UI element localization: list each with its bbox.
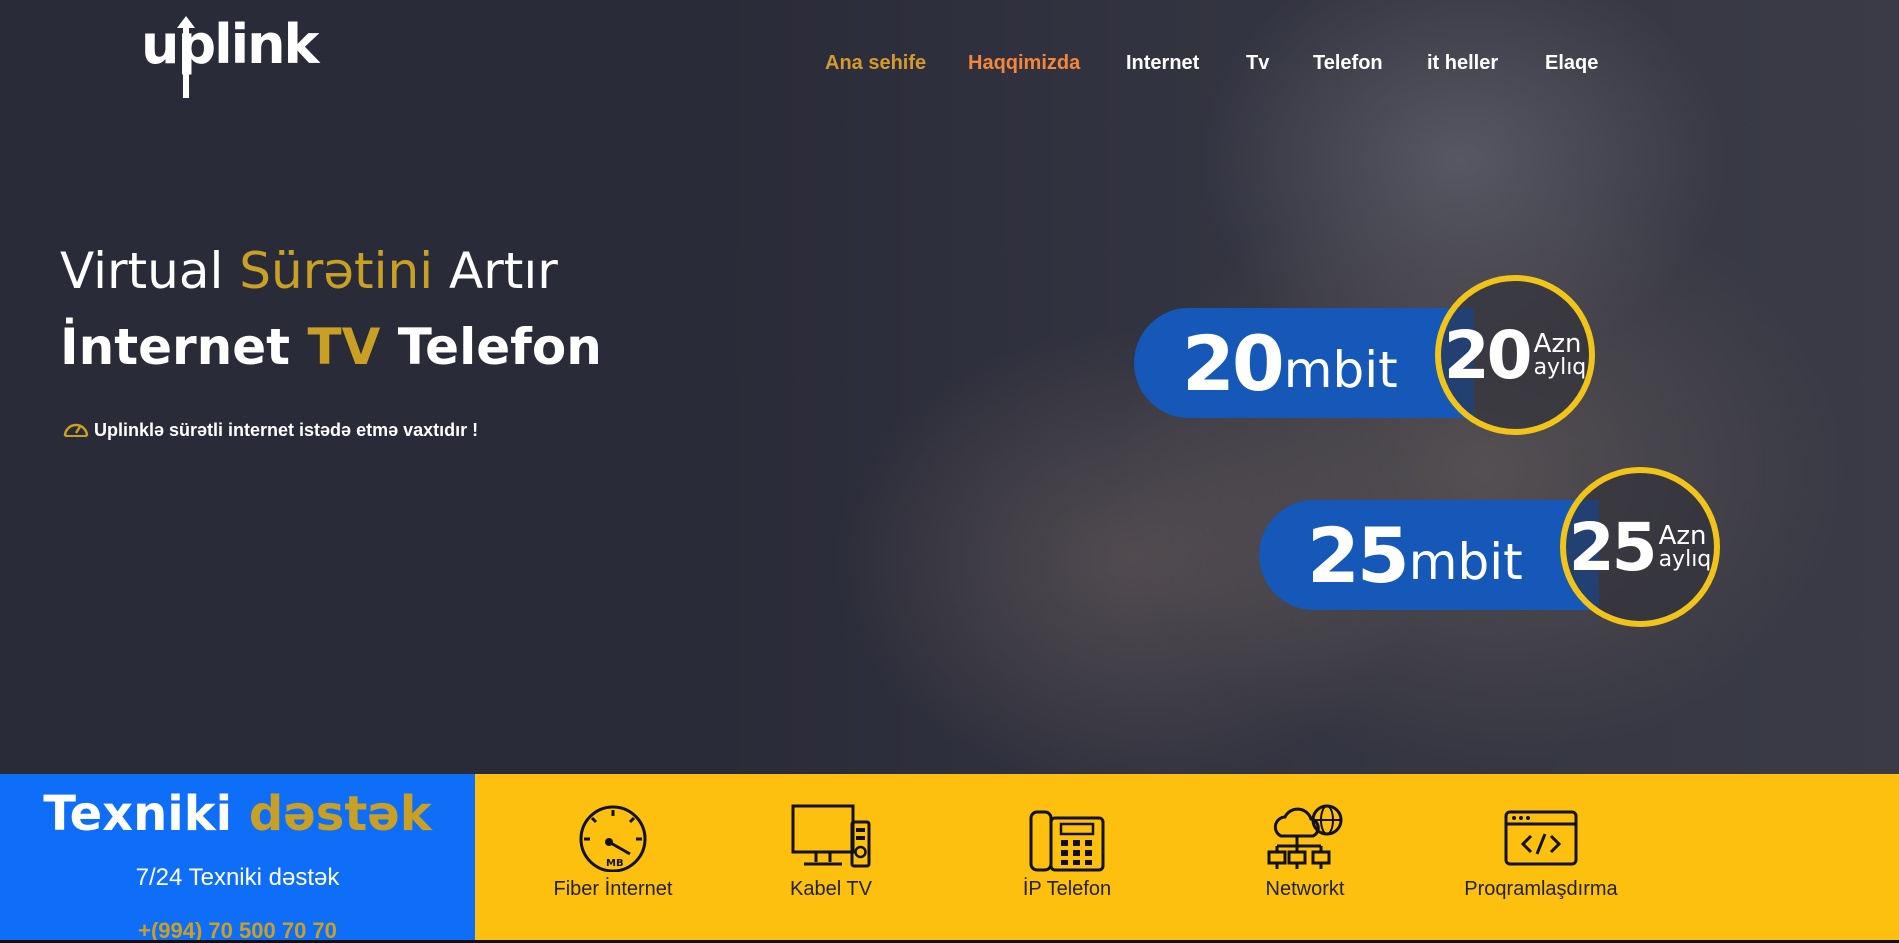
support-title-a: Texniki [43, 786, 249, 842]
logo-arrow-icon [177, 16, 195, 98]
service-label: Kabel TV [790, 878, 872, 900]
hero-section: uplink Ana sehife Haqqimizda Internet Tv… [0, 0, 1899, 774]
offer-speed-value: 20 [1182, 318, 1285, 408]
offer-period: aylıq [1658, 547, 1712, 572]
offer-price-badge: 20 Azn aylıq [1435, 275, 1595, 435]
support-panel: Texniki dəstək 7/24 Texniki dəstək +(994… [0, 774, 475, 943]
offer-price-value: 25 [1568, 508, 1658, 586]
headline-1-part-a: Virtual [60, 242, 240, 300]
service-ip-telefon[interactable]: İP Telefon [987, 802, 1147, 901]
speedometer-icon [62, 416, 90, 445]
nav-internet[interactable]: Internet [1126, 52, 1199, 75]
nav-it-heller[interactable]: it heller [1427, 52, 1498, 75]
support-title-highlight: dəstək [248, 786, 432, 842]
headline-2-part-a: İnternet [60, 318, 308, 376]
hero-headline-2: İnternet TV Telefon [60, 318, 602, 376]
offer-price-badge: 25 Azn aylıq [1560, 467, 1720, 627]
hero-headline-1: Virtual Sürətini Artır [60, 242, 558, 300]
offer-currency: Azn [1658, 521, 1707, 551]
nav-haqqimizda[interactable]: Haqqimizda [968, 52, 1080, 75]
service-network[interactable]: Networkt [1225, 802, 1385, 901]
support-title: Texniki dəstək [0, 786, 475, 842]
nav-ana-sehife[interactable]: Ana sehife [825, 52, 926, 75]
support-subtitle: 7/24 Texniki dəstək [135, 864, 340, 891]
service-label: Fiber İnternet [553, 878, 673, 900]
nav-tv[interactable]: Tv [1246, 52, 1269, 75]
offer-20mbit[interactable]: 20 mbit 20 Azn aylıq [1134, 275, 1610, 435]
tv-icon [751, 802, 911, 872]
service-label: Networkt [1265, 878, 1345, 900]
offer-speed-unit: mbit [1283, 341, 1398, 399]
code-window-icon [1461, 802, 1621, 872]
nav-elaqe[interactable]: Elaqe [1545, 52, 1598, 75]
tagline-text: Uplinklə sürətli internet istədə etmə va… [94, 420, 479, 440]
offer-speed-value: 25 [1307, 510, 1410, 600]
headline-1-part-b: Artır [433, 242, 558, 300]
services-bar: MB Fiber İnternet Kabel TV İP Telefon Ne… [475, 774, 1899, 943]
service-label: Proqramlaşdırma [1464, 878, 1618, 900]
headline-2-highlight: TV [307, 318, 381, 376]
offer-speed-pill: 20 mbit [1134, 308, 1474, 418]
service-label: İP Telefon [1022, 878, 1112, 900]
offer-currency: Azn [1533, 329, 1582, 359]
offer-price-value: 20 [1443, 316, 1533, 394]
offer-25mbit[interactable]: 25 mbit 25 Azn aylıq [1259, 467, 1735, 627]
service-kabel-tv[interactable]: Kabel TV [751, 802, 911, 901]
speedometer-mb-icon: MB [533, 802, 693, 872]
service-fiber-internet[interactable]: MB Fiber İnternet [533, 802, 693, 901]
headline-2-part-b: Telefon [380, 318, 602, 376]
uplink-logo[interactable]: uplink [141, 18, 319, 72]
offer-speed-pill: 25 mbit [1259, 500, 1599, 610]
nav-telefon[interactable]: Telefon [1313, 52, 1383, 75]
headline-1-highlight: Sürətini [239, 242, 434, 300]
logo-text: uplink [141, 13, 319, 76]
offer-period: aylıq [1533, 355, 1587, 380]
desk-phone-icon [987, 802, 1147, 872]
service-proqramlasdirma[interactable]: Proqramlaşdırma [1461, 802, 1621, 901]
network-cloud-icon [1225, 802, 1385, 872]
svg-text:MB: MB [606, 858, 624, 869]
hero-tagline: Uplinklə sürətli internet istədə etmə va… [62, 416, 478, 445]
offer-speed-unit: mbit [1408, 533, 1523, 591]
